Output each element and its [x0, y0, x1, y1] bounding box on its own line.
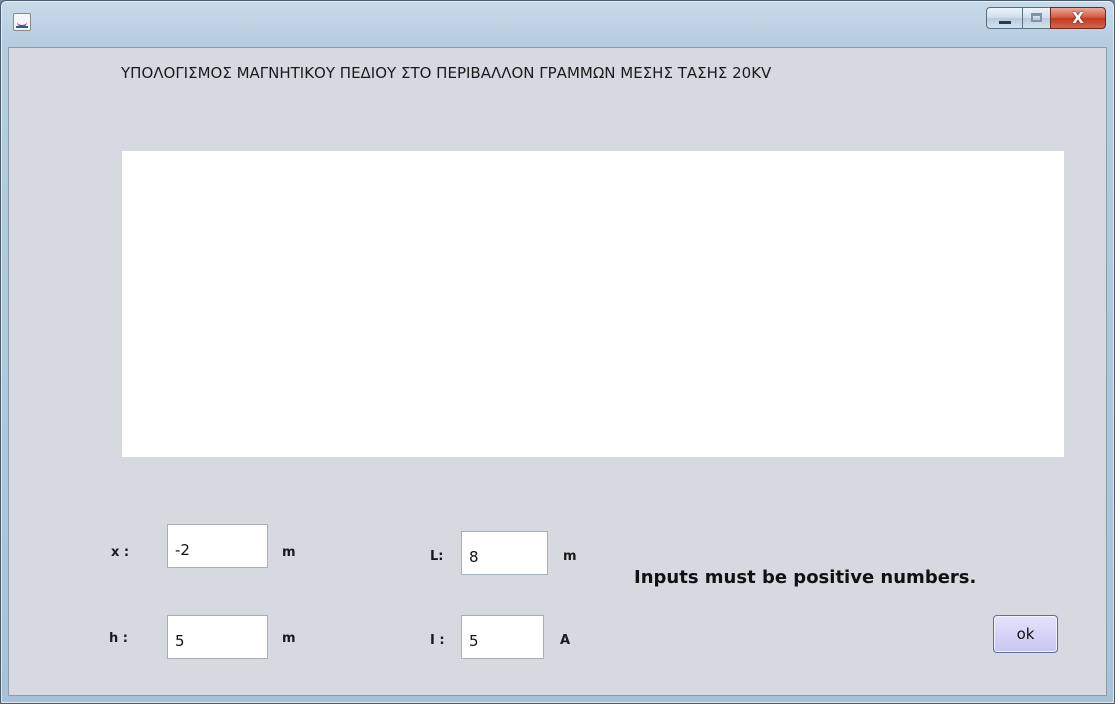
close-button[interactable]: X [1050, 7, 1106, 29]
maximize-button[interactable] [1022, 7, 1050, 29]
caption-buttons: X [986, 7, 1106, 37]
I-label: I : [430, 633, 445, 648]
x-unit: m [282, 545, 296, 560]
x-input[interactable] [167, 524, 268, 568]
content-panel: ΥΠΟΛΟΓΙΣΜΟΣ ΜΑΓΝΗΤΙΚΟΥ ΠΕΔΙΟΥ ΣΤΟ ΠΕΡΙΒΑ… [8, 47, 1107, 696]
I-input[interactable] [461, 615, 544, 659]
validation-message: Inputs must be positive numbers. [634, 567, 977, 588]
minimize-icon [999, 21, 1011, 24]
I-unit: A [560, 633, 571, 648]
maximize-icon [1031, 13, 1042, 22]
L-input[interactable] [461, 531, 548, 575]
java-app-icon[interactable] [13, 13, 31, 31]
x-label: x : [111, 545, 130, 560]
h-unit: m [282, 631, 296, 646]
h-input[interactable] [167, 615, 268, 659]
results-text-area[interactable] [122, 151, 1064, 457]
app-window: X ΥΠΟΛΟΓΙΣΜΟΣ ΜΑΓΝΗΤΙΚΟΥ ΠΕΔΙΟΥ ΣΤΟ ΠΕΡΙ… [0, 0, 1115, 704]
ok-button[interactable]: ok [993, 615, 1058, 653]
h-label: h : [109, 631, 128, 646]
L-label: L: [430, 549, 444, 564]
L-unit: m [563, 549, 577, 564]
close-icon: X [1072, 9, 1084, 27]
page-title: ΥΠΟΛΟΓΙΣΜΟΣ ΜΑΓΝΗΤΙΚΟΥ ΠΕΔΙΟΥ ΣΤΟ ΠΕΡΙΒΑ… [121, 64, 772, 82]
title-bar[interactable]: X [1, 1, 1114, 45]
minimize-button[interactable] [986, 7, 1022, 29]
